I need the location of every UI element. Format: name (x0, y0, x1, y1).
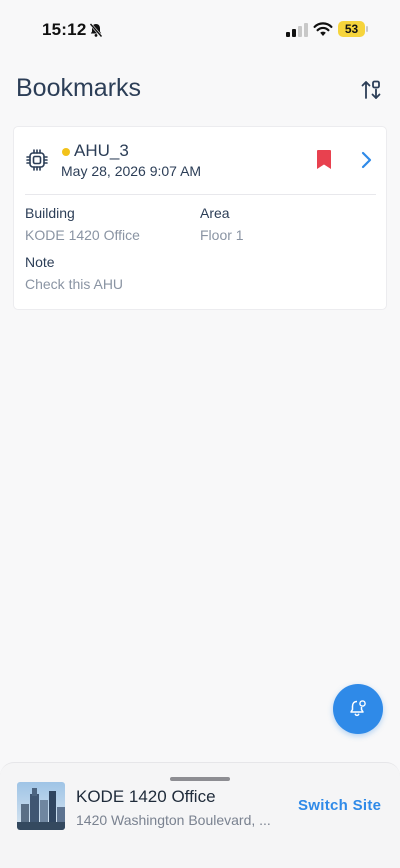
area-label: Area (200, 205, 230, 221)
site-thumbnail (17, 782, 65, 830)
battery-tip (366, 26, 368, 32)
note-value: Check this AHU (25, 276, 124, 292)
sheet-drag-handle[interactable] (170, 777, 230, 781)
signal-icon (286, 23, 308, 37)
status-dot (62, 148, 70, 156)
wifi-icon (313, 22, 333, 36)
bell-settings-icon (350, 700, 366, 717)
site-address: 1420 Washington Boulevard, ... (76, 812, 271, 828)
battery-level: 53 (344, 22, 359, 36)
bookmark-icon[interactable] (315, 149, 333, 171)
site-name: KODE 1420 Office (76, 787, 216, 806)
building-label: Building (25, 205, 75, 221)
chevron-right-icon[interactable] (359, 151, 373, 169)
battery-icon: 53 (338, 21, 369, 37)
sort-button[interactable] (355, 76, 387, 104)
card-divider (25, 194, 376, 195)
notification-settings-button[interactable] (333, 684, 383, 734)
note-label: Note (25, 254, 55, 270)
equipment-name: AHU_3 (74, 141, 129, 160)
bookmark-card[interactable]: AHU_3 May 28, 2026 9:07 AM Building KODE… (13, 126, 387, 310)
page-title: Bookmarks (16, 74, 142, 102)
site-bottom-sheet[interactable]: KODE 1420 Office 1420 Washington Bouleva… (0, 762, 400, 868)
screen: 15:12 53 Bookmarks AHU_3 May 28, 2026 9:… (0, 0, 400, 868)
chip-icon (26, 149, 48, 171)
status-bar: 15:12 53 (0, 0, 400, 60)
switch-site-button[interactable]: Switch Site (298, 797, 381, 814)
building-value: KODE 1420 Office (25, 227, 140, 243)
bookmark-date: May 28, 2026 9:07 AM (61, 163, 202, 179)
status-time: 15:12 (42, 20, 87, 39)
area-value: Floor 1 (200, 227, 244, 243)
sort-icon (361, 80, 381, 99)
bell-off-icon (89, 23, 103, 38)
